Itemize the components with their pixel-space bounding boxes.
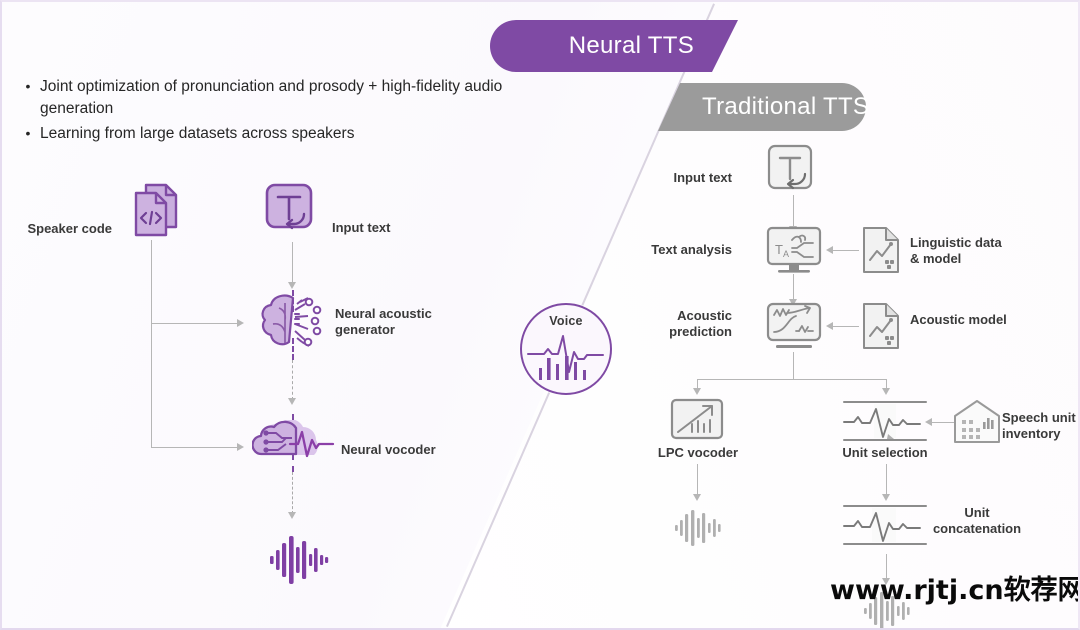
chart-bars-arrow-icon xyxy=(670,398,726,447)
label-traditional-input-text: Input text xyxy=(673,170,733,185)
svg-text:A: A xyxy=(783,249,789,259)
arrow-down-icon xyxy=(882,388,890,395)
connector-speakercode-to-vocoder xyxy=(151,447,239,449)
label-unit-selection: Unit selection xyxy=(842,445,928,460)
list-item: • Joint optimization of pronunciation an… xyxy=(16,76,536,121)
arrow-to-brain-icon xyxy=(237,319,244,327)
arrow-down-icon xyxy=(288,282,296,289)
voice-badge: Voice xyxy=(520,303,612,395)
code-documents-icon xyxy=(130,182,184,243)
voice-waveform-circle-icon xyxy=(527,335,604,380)
arrow-down-icon xyxy=(288,398,296,405)
audio-waveform-icon xyxy=(268,534,334,591)
bullet-list: • Joint optimization of pronunciation an… xyxy=(16,76,536,147)
text-input-box-icon xyxy=(767,144,823,201)
document-chart-icon xyxy=(860,302,904,357)
bullet-text: Learning from large datasets across spea… xyxy=(40,124,355,142)
bullet-marker-icon: • xyxy=(25,78,31,94)
arrow-down-icon xyxy=(288,512,296,519)
connector-speakercode-to-brain xyxy=(151,323,239,325)
connector-vocoder-to-output xyxy=(292,472,293,514)
connector-acousticmodel-to-prediction xyxy=(833,326,859,328)
connector-unitselection-to-concat xyxy=(886,464,888,496)
arrow-down-icon xyxy=(693,388,701,395)
document-chart-icon xyxy=(860,226,904,281)
connector-lpc-to-output xyxy=(697,464,699,496)
label-linguistic-data: Linguistic data & model xyxy=(910,235,1002,267)
connector-speakercode-vertical-2 xyxy=(151,323,153,448)
label-unit-concatenation: Unit concatenation xyxy=(932,505,1022,537)
title-pill-neural: Neural TTS xyxy=(490,20,738,72)
title-neural-label: Neural TTS xyxy=(568,32,694,59)
arrow-left-icon xyxy=(925,418,932,426)
text-input-box-icon xyxy=(264,182,322,243)
arrow-down-icon xyxy=(693,494,701,501)
connector-inputtext-to-brain xyxy=(292,242,294,284)
title-traditional-label: Traditional TTS xyxy=(702,93,870,120)
list-item: • Learning from large datasets across sp… xyxy=(16,123,536,145)
title-pill-traditional: Traditional TTS xyxy=(658,83,870,131)
connector-speakercode-vertical-1 xyxy=(151,240,153,324)
brain-network-icon xyxy=(257,290,337,361)
arrow-left-icon xyxy=(826,246,833,254)
arrow-down-icon xyxy=(882,494,890,501)
label-acoustic-prediction: Acoustic prediction xyxy=(669,308,732,340)
label-neural-acoustic-generator: Neural acoustic generator xyxy=(335,306,432,338)
label-neural-input-text: Input text xyxy=(332,220,391,235)
label-speech-unit-inventory: Speech unit inventory xyxy=(1002,410,1076,442)
connector-acoustic-split-stem xyxy=(793,352,795,380)
voice-label: Voice xyxy=(549,314,583,328)
cloud-waveform-icon xyxy=(251,419,354,475)
arrow-left-icon xyxy=(826,322,833,330)
waveform-lines-icon xyxy=(842,502,928,553)
label-neural-vocoder: Neural vocoder xyxy=(341,442,436,457)
monitor-text-analysis-icon: T A xyxy=(765,226,825,283)
monitor-acoustic-icon xyxy=(765,302,825,357)
arrow-to-vocoder-icon xyxy=(237,443,244,451)
label-lpc-vocoder: LPC vocoder xyxy=(657,445,739,460)
label-text-analysis: Text analysis xyxy=(651,242,732,257)
slide-canvas: Neural TTS Traditional TTS • Joint optim… xyxy=(0,0,1080,630)
warehouse-icon xyxy=(952,398,1002,449)
dashed-line-brain-bottom xyxy=(292,338,294,360)
connector-brain-to-vocoder xyxy=(292,360,293,400)
connector-linguistic-to-textanalysis xyxy=(833,250,859,252)
connector-input-to-textanalysis xyxy=(793,195,795,229)
connector-inventory-to-unitselection xyxy=(932,422,954,424)
dashed-line-vocoder-bottom xyxy=(292,454,294,472)
svg-text:T: T xyxy=(775,242,783,257)
connector-acoustic-split-bar xyxy=(697,379,887,381)
label-speaker-code: Speaker code xyxy=(27,221,112,236)
bullet-text: Joint optimization of pronunciation and … xyxy=(40,78,503,118)
bullet-marker-icon: • xyxy=(25,124,31,141)
waveform-lines-icon xyxy=(842,398,928,449)
label-acoustic-model: Acoustic model xyxy=(910,312,1007,327)
connector-textanalysis-to-acoustic xyxy=(793,274,795,302)
watermark-text: www.rjtj.cn软荐网 xyxy=(830,575,1080,606)
audio-waveform-icon xyxy=(674,508,726,553)
